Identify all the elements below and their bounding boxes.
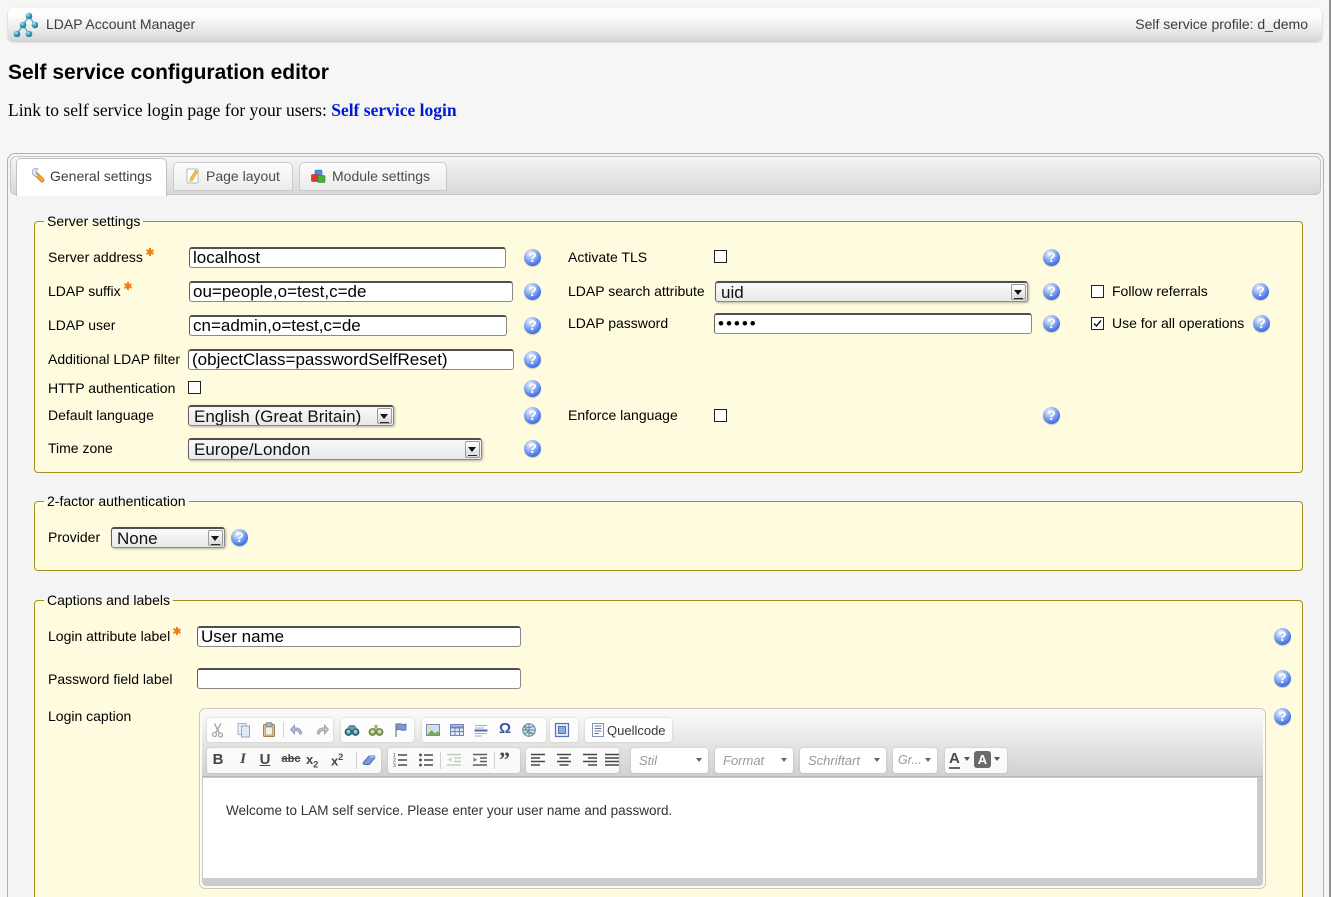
svg-text:3: 3 [393, 763, 396, 768]
